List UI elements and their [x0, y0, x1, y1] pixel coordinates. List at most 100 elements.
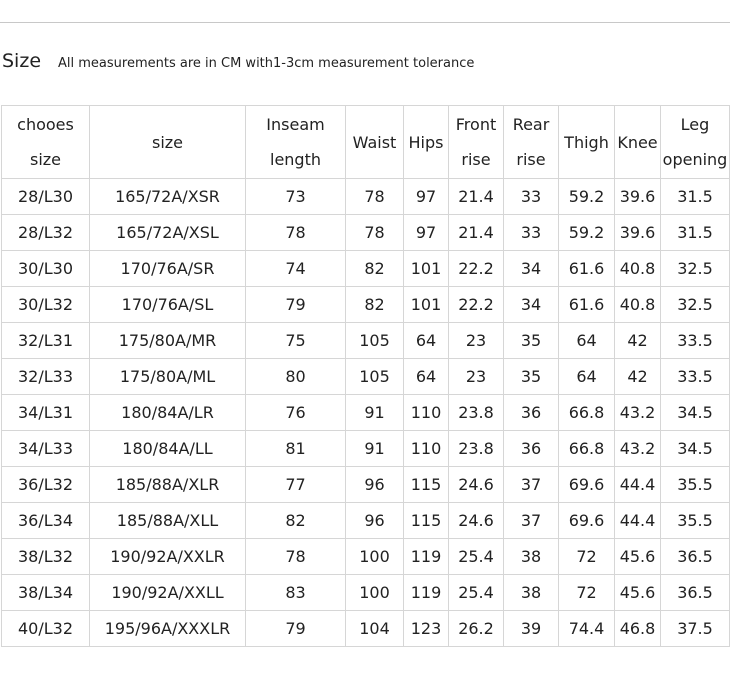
cell-col-waist: 91: [345, 394, 404, 431]
cell-col-front-rise: 22.2: [448, 250, 504, 287]
cell-col-front-rise: 25.4: [448, 574, 504, 611]
cell-col-leg-opening: 34.5: [660, 394, 730, 431]
cell-col-chooes-size: 38/L34: [1, 574, 90, 611]
cell-col-chooes-size: 30/L30: [1, 250, 90, 287]
cell-col-knee: 44.4: [614, 502, 661, 539]
cell-col-front-rise: 21.4: [448, 214, 504, 251]
cell-col-chooes-size: 36/L32: [1, 466, 90, 503]
size-chart-table: chooes size size Inseam length Waist Hips Front…: [1, 105, 730, 647]
measurement-note: All measurements are in CM with1-3cm mea…: [58, 56, 475, 71]
cell-col-rear-rise: 37: [503, 466, 559, 503]
cell-col-knee: 42: [614, 358, 661, 395]
header-line: Hips: [408, 132, 444, 152]
cell-col-inseam-length: 74: [245, 250, 346, 287]
header-label: Knee: [616, 125, 660, 160]
cell-col-size: 195/96A/XXXLR: [89, 610, 246, 647]
cell-col-rear-rise: 33: [503, 214, 559, 251]
cell-col-leg-opening: 33.5: [660, 322, 730, 359]
header-col-thigh: Thigh: [558, 105, 615, 179]
cell-col-size: 180/84A/LR: [89, 394, 246, 431]
cell-col-front-rise: 26.2: [448, 610, 504, 647]
cell-col-rear-rise: 34: [503, 286, 559, 323]
cell-col-thigh: 61.6: [558, 286, 615, 323]
cell-col-inseam-length: 75: [245, 322, 346, 359]
cell-col-front-rise: 23.8: [448, 394, 504, 431]
cell-col-size: 180/84A/LL: [89, 430, 246, 467]
header-line: size: [151, 132, 184, 152]
cell-col-waist: 96: [345, 502, 404, 539]
cell-col-chooes-size: 36/L34: [1, 502, 90, 539]
cell-col-waist: 82: [345, 250, 404, 287]
header-label: Waist: [347, 125, 403, 160]
cell-col-hips: 110: [403, 430, 449, 467]
cell-col-hips: 64: [403, 358, 449, 395]
cell-col-thigh: 64: [558, 358, 615, 395]
cell-col-waist: 105: [345, 322, 404, 359]
cell-col-leg-opening: 36.5: [660, 538, 730, 575]
header-line: size: [29, 150, 62, 169]
cell-col-chooes-size: 30/L32: [1, 286, 90, 323]
cell-col-chooes-size: 32/L33: [1, 358, 90, 395]
cell-col-leg-opening: 32.5: [660, 250, 730, 287]
header-line: Inseam: [266, 115, 325, 134]
cell-col-waist: 78: [345, 214, 404, 251]
cell-col-chooes-size: 40/L32: [1, 610, 90, 647]
cell-col-rear-rise: 35: [503, 322, 559, 359]
cell-col-hips: 97: [403, 178, 449, 215]
size-table-body: chooes size size Inseam length Waist Hips Front…: [1, 105, 730, 647]
cell-col-size: 175/80A/ML: [89, 358, 246, 395]
table-row: 40/L32 195/96A/XXXLR 79 104 123 26.2 39 74.4 46.…: [1, 610, 730, 647]
table-row: 38/L32 190/92A/XXLR 78 100 119 25.4 38 72 45.6 36…: [1, 538, 730, 575]
cell-col-inseam-length: 73: [245, 178, 346, 215]
header-line: rise: [516, 150, 546, 169]
header-line: length: [270, 150, 321, 169]
cell-col-inseam-length: 82: [245, 502, 346, 539]
header-col-rear-rise: Rear rise: [503, 105, 559, 179]
table-row: 28/L32 165/72A/XSL 78 78 97 21.4 33 59.2 39.6 31.…: [1, 214, 730, 251]
cell-col-knee: 43.2: [614, 394, 661, 431]
cell-col-size: 185/88A/XLL: [89, 502, 246, 539]
cell-col-waist: 78: [345, 178, 404, 215]
cell-col-hips: 119: [403, 574, 449, 611]
cell-col-thigh: 72: [558, 538, 615, 575]
table-row: 34/L33 180/84A/LL 81 91 110 23.8 36 66.8 43.2 34.…: [1, 430, 730, 467]
cell-col-leg-opening: 31.5: [660, 178, 730, 215]
cell-col-thigh: 74.4: [558, 610, 615, 647]
header-col-size: size: [89, 105, 246, 179]
header-col-leg-opening: Leg opening: [660, 105, 730, 179]
cell-col-leg-opening: 35.5: [660, 502, 730, 539]
cell-col-leg-opening: 34.5: [660, 430, 730, 467]
cell-col-hips: 123: [403, 610, 449, 647]
table-row: 36/L34 185/88A/XLL 82 96 115 24.6 37 69.6 44.4 35…: [1, 502, 730, 539]
cell-col-rear-rise: 33: [503, 178, 559, 215]
cell-col-waist: 100: [345, 538, 404, 575]
table-row: 36/L32 185/88A/XLR 77 96 115 24.6 37 69.6 44.4 35…: [1, 466, 730, 503]
cell-col-rear-rise: 35: [503, 358, 559, 395]
cell-col-hips: 97: [403, 214, 449, 251]
cell-col-knee: 46.8: [614, 610, 661, 647]
cell-col-hips: 119: [403, 538, 449, 575]
header-label: Leg opening: [662, 107, 729, 177]
cell-col-rear-rise: 36: [503, 430, 559, 467]
cell-col-chooes-size: 34/L31: [1, 394, 90, 431]
table-row: 30/L32 170/76A/SL 79 82 101 22.2 34 61.6 40.8 32.…: [1, 286, 730, 323]
table-row: 38/L34 190/92A/XXLL 83 100 119 25.4 38 72 45.6 36…: [1, 574, 730, 611]
header-line: Leg: [680, 115, 710, 134]
cell-col-front-rise: 23: [448, 322, 504, 359]
cell-col-inseam-length: 81: [245, 430, 346, 467]
cell-col-knee: 40.8: [614, 250, 661, 287]
cell-col-hips: 110: [403, 394, 449, 431]
cell-col-leg-opening: 33.5: [660, 358, 730, 395]
header-label: Inseam length: [247, 107, 345, 177]
cell-col-chooes-size: 32/L31: [1, 322, 90, 359]
size-heading: Size All measurements are in CM with1-3c…: [2, 50, 474, 78]
cell-col-waist: 100: [345, 574, 404, 611]
table-row: 32/L31 175/80A/MR 75 105 64 23 35 64 42 33.5: [1, 322, 730, 359]
cell-col-inseam-length: 80: [245, 358, 346, 395]
cell-col-size: 185/88A/XLR: [89, 466, 246, 503]
table-row: 34/L31 180/84A/LR 76 91 110 23.8 36 66.8 43.2 34.…: [1, 394, 730, 431]
cell-col-knee: 43.2: [614, 430, 661, 467]
cell-col-rear-rise: 39: [503, 610, 559, 647]
cell-col-inseam-length: 83: [245, 574, 346, 611]
cell-col-thigh: 61.6: [558, 250, 615, 287]
